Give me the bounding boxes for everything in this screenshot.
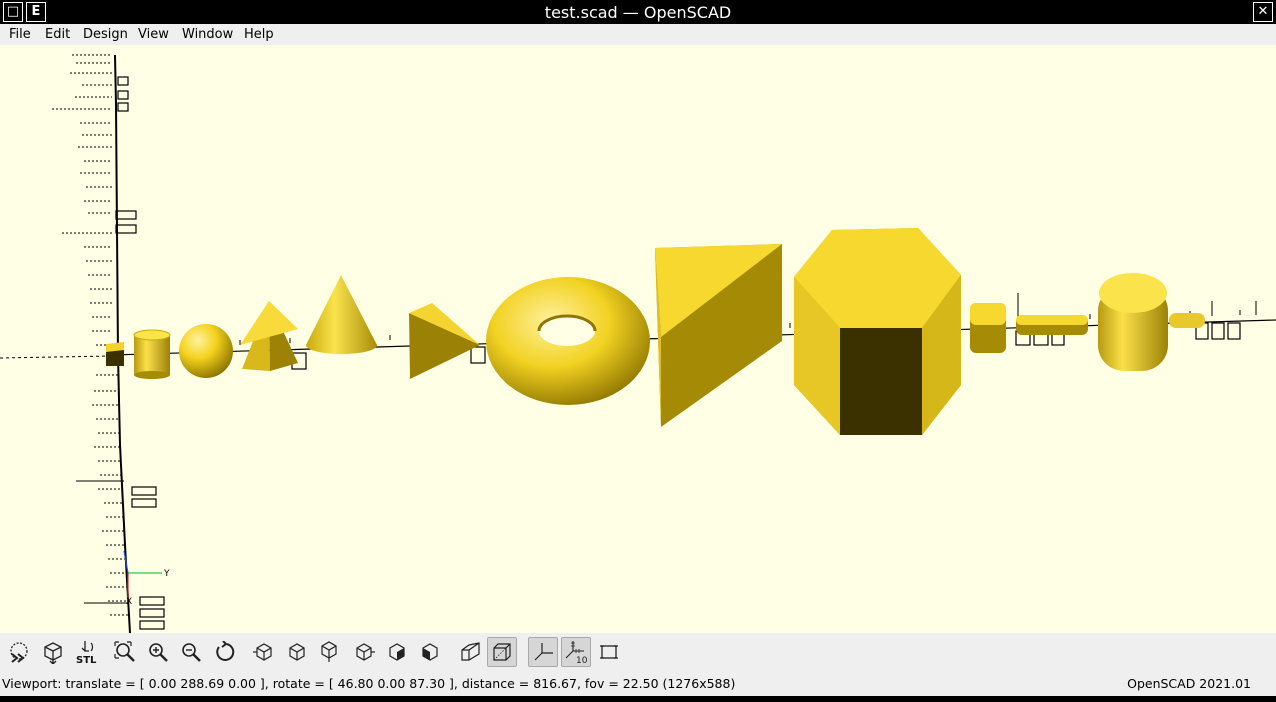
perspective-icon [459,641,481,663]
scene-models [106,228,1205,435]
view-top-icon [286,641,308,663]
view-top-button[interactable] [282,637,312,667]
show-edges-button[interactable] [594,637,624,667]
view-right-button[interactable] [249,637,279,667]
menu-edit[interactable]: Edit [45,27,70,42]
cube-small [106,342,124,366]
menu-window[interactable]: Window [182,27,233,42]
preview-button[interactable] [4,637,34,667]
view-left-button[interactable] [349,637,379,667]
perspective-button[interactable] [455,637,485,667]
3d-viewport[interactable]: Y X [0,45,1276,633]
openscad-window: □ E test.scad — OpenSCAD ✕ File Edit Des… [0,0,1276,702]
view-back-icon [419,641,441,663]
stl-export-icon: STL [73,639,99,665]
view-front-button[interactable] [382,637,412,667]
viewport-status: Viewport: translate = [ 0.00 288.69 0.00… [2,676,736,691]
menu-file[interactable]: File [9,27,31,42]
zoom-in-icon [147,641,169,663]
axis-label-y: Y [163,569,170,579]
zoom-out-icon [180,641,202,663]
reset-view-icon [214,641,236,663]
pyramid [240,301,298,371]
window-title: test.scad — OpenSCAD [544,3,732,22]
orthogonal-icon [491,641,513,663]
orthogonal-button[interactable] [487,637,517,667]
reset-view-button[interactable] [210,637,240,667]
view-bottom-button[interactable] [314,637,344,667]
torus [486,277,650,405]
menu-help[interactable]: Help [244,27,274,42]
menu-design[interactable]: Design [83,27,128,42]
preview-icon [7,640,31,664]
zoom-all-icon [114,641,136,663]
zoom-in-button[interactable] [143,637,173,667]
axis-label-x: X [126,597,132,607]
window-bottom-border [0,696,1276,702]
hex-prism [794,228,961,435]
menu-bar: File Edit Design View Window Help [0,24,1276,45]
view-bottom-icon [318,641,340,663]
stl-label: STL [76,655,97,665]
version-label: OpenSCAD 2021.01 [1127,676,1251,691]
zoom-out-button[interactable] [176,637,206,667]
show-scale-button[interactable]: 10 [561,637,591,667]
cone [306,275,377,355]
render-button[interactable] [38,637,68,667]
scale-markers-icon: 10 [563,639,589,665]
view-left-icon [353,641,375,663]
menu-view[interactable]: View [138,27,169,42]
prism [655,244,782,427]
view-all-button[interactable] [110,637,140,667]
show-axes-button[interactable] [528,637,558,667]
scale-label: 10 [576,656,588,665]
title-bar: □ E test.scad — OpenSCAD ✕ [0,0,1276,24]
rounded-bar [1016,315,1088,335]
view-right-icon [253,641,275,663]
rounded-cube [970,303,1006,353]
sphere [179,324,233,378]
view-back-button[interactable] [415,637,445,667]
cylinder [133,329,171,379]
small-capsule [1169,313,1205,328]
wedge [409,303,480,379]
export-stl-button[interactable]: STL [71,637,101,667]
view-front-icon [386,641,408,663]
edges-icon [598,641,620,663]
rounded-cylinder [1098,273,1168,371]
axes-icon [532,641,554,663]
render-icon [41,640,65,664]
view-toolbar: STL 10 [0,633,1276,672]
axis-indicator: Y X [123,550,170,607]
status-bar: Viewport: translate = [ 0.00 288.69 0.00… [0,672,1276,696]
viewport-canvas[interactable]: Y X [0,45,1276,633]
close-button[interactable]: ✕ [1253,2,1273,22]
